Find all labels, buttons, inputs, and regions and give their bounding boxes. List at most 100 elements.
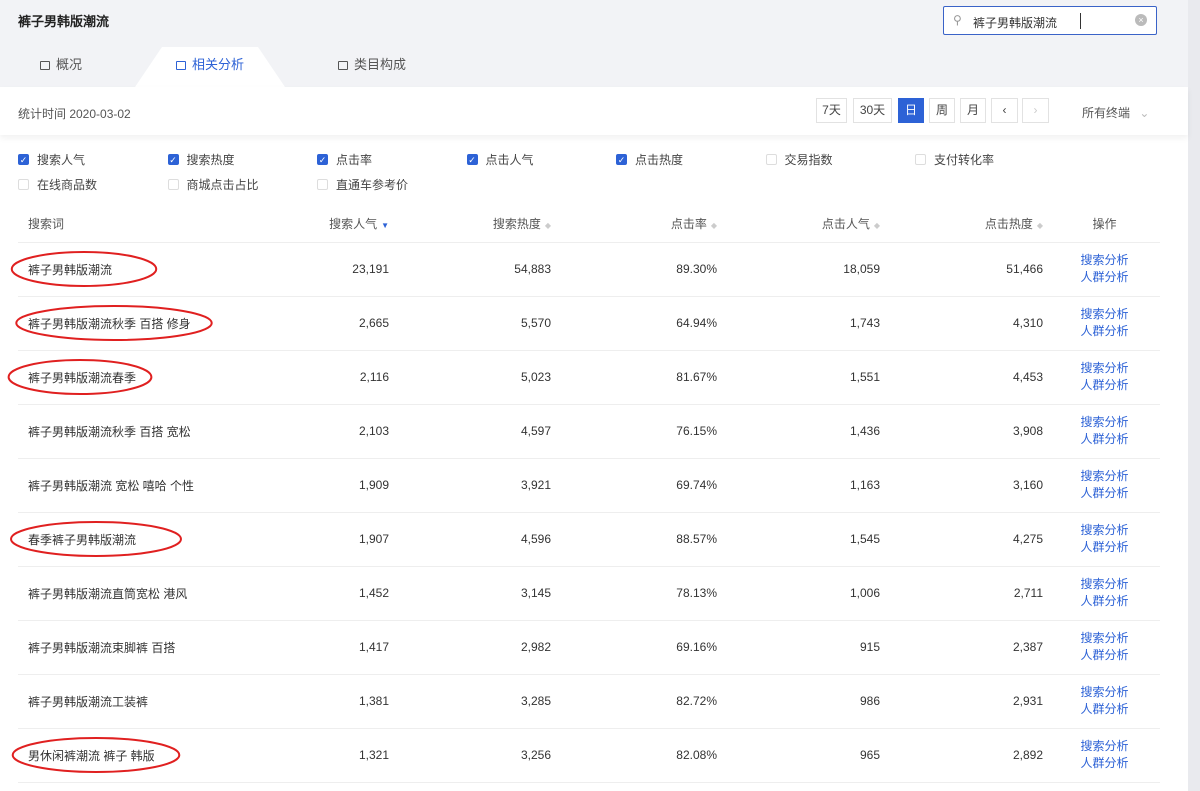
col-label: 搜索热度 — [493, 217, 541, 231]
metric-checkbox[interactable]: 在线商品数 — [18, 176, 97, 193]
search-analysis-link[interactable]: 搜索分析 — [1049, 522, 1160, 539]
cell-keyword: 裤子男韩版潮流 宽松 嘻哈 个性 — [18, 458, 268, 512]
tab-overview[interactable]: 概况 — [40, 54, 82, 73]
search-analysis-link[interactable]: 搜索分析 — [1049, 576, 1160, 593]
cell-keyword: 裤子男韩版潮流秋季 百搭 宽松 — [18, 404, 268, 458]
search-analysis-link[interactable]: 搜索分析 — [1049, 738, 1160, 755]
tab-label: 概况 — [56, 57, 82, 72]
checkbox-icon[interactable] — [18, 179, 29, 190]
metric-label: 在线商品数 — [37, 176, 97, 193]
metric-label: 点击人气 — [486, 151, 534, 168]
cell-click-popularity: 1,436 — [723, 404, 886, 458]
metric-checkbox[interactable]: ✓点击率 — [317, 151, 372, 168]
btn-prev[interactable]: ‹ — [991, 98, 1018, 123]
metric-checkbox[interactable]: ✓搜索人气 — [18, 151, 85, 168]
search-analysis-link[interactable]: 搜索分析 — [1049, 360, 1160, 377]
metric-checkbox[interactable]: 交易指数 — [766, 151, 833, 168]
checkbox-icon[interactable]: ✓ — [467, 154, 478, 165]
toolbar: 统计时间 2020-03-02 7天 30天 日 周 月 ‹ › 所有终端 ⌄ — [0, 87, 1188, 135]
sort-icon[interactable]: ◆ — [545, 221, 551, 230]
checkbox-icon[interactable] — [766, 154, 777, 165]
search-analysis-link[interactable]: 搜索分析 — [1049, 468, 1160, 485]
metric-label: 直通车参考价 — [336, 176, 408, 193]
checkbox-icon[interactable]: ✓ — [168, 154, 179, 165]
crowd-analysis-link[interactable]: 人群分析 — [1049, 755, 1160, 772]
col-label: 搜索人气 — [329, 217, 377, 231]
checkbox-icon[interactable] — [168, 179, 179, 190]
crowd-analysis-link[interactable]: 人群分析 — [1049, 647, 1160, 664]
crowd-analysis-link[interactable]: 人群分析 — [1049, 593, 1160, 610]
col-ctr[interactable]: 点击率◆ — [557, 205, 723, 242]
col-actions: 操作 — [1049, 205, 1160, 242]
tab-category[interactable]: 类目构成 — [338, 54, 406, 73]
metric-label: 商城点击占比 — [187, 176, 259, 193]
col-label: 点击热度 — [985, 217, 1033, 231]
search-analysis-link[interactable]: 搜索分析 — [1049, 306, 1160, 323]
col-click-popularity[interactable]: 点击人气◆ — [723, 205, 886, 242]
sort-icon[interactable]: ◆ — [1037, 221, 1043, 230]
cell-actions: 搜索分析人群分析 — [1049, 620, 1160, 674]
search-analysis-link[interactable]: 搜索分析 — [1049, 684, 1160, 701]
checkbox-icon[interactable] — [915, 154, 926, 165]
btn-week[interactable]: 周 — [929, 98, 955, 123]
col-search-popularity[interactable]: 搜索人气 ▼ — [268, 205, 395, 242]
search-icon: ⚲ — [953, 13, 962, 27]
metric-checkbox[interactable]: 直通车参考价 — [317, 176, 408, 193]
btn-next[interactable]: › — [1022, 98, 1049, 123]
scrollbar[interactable] — [1188, 0, 1200, 791]
checkbox-icon[interactable]: ✓ — [18, 154, 29, 165]
sort-desc-icon[interactable]: ▼ — [381, 221, 389, 230]
search-analysis-link[interactable]: 搜索分析 — [1049, 414, 1160, 431]
cell-actions: 搜索分析人群分析 — [1049, 566, 1160, 620]
cell-click-heat: 2,387 — [886, 620, 1049, 674]
crowd-analysis-link[interactable]: 人群分析 — [1049, 377, 1160, 394]
cell-search-heat: 5,023 — [395, 350, 557, 404]
cell-search-popularity: 23,191 — [268, 242, 395, 296]
cell-search-popularity: 1,452 — [268, 566, 395, 620]
crowd-analysis-link[interactable]: 人群分析 — [1049, 701, 1160, 718]
table-row: 裤子男韩版潮流秋季 百搭 宽松2,1034,59776.15%1,4363,90… — [18, 404, 1160, 458]
metric-checkbox[interactable]: ✓点击热度 — [616, 151, 683, 168]
metric-label: 支付转化率 — [934, 151, 994, 168]
cell-ctr: 82.08% — [557, 728, 723, 782]
search-analysis-link[interactable]: 搜索分析 — [1049, 630, 1160, 647]
table-row: 裤子男韩版潮流工装裤1,3813,28582.72%9862,931搜索分析人群… — [18, 674, 1160, 728]
cell-search-popularity: 1,381 — [268, 674, 395, 728]
metric-checkbox[interactable]: ✓搜索热度 — [168, 151, 235, 168]
crowd-analysis-link[interactable]: 人群分析 — [1049, 323, 1160, 340]
btn-7days[interactable]: 7天 — [816, 98, 847, 123]
cell-click-popularity: 1,545 — [723, 512, 886, 566]
btn-day[interactable]: 日 — [898, 98, 924, 123]
btn-30days[interactable]: 30天 — [853, 98, 892, 123]
crowd-analysis-link[interactable]: 人群分析 — [1049, 539, 1160, 556]
cell-search-popularity: 2,665 — [268, 296, 395, 350]
cell-click-heat: 51,466 — [886, 242, 1049, 296]
cell-search-heat: 3,256 — [395, 728, 557, 782]
col-click-heat[interactable]: 点击热度 ◆ — [886, 205, 1049, 242]
terminal-select[interactable]: 所有终端 ⌄ — [1082, 104, 1149, 121]
cell-search-popularity: 1,909 — [268, 458, 395, 512]
crowd-analysis-link[interactable]: 人群分析 — [1049, 485, 1160, 502]
metric-checkbox[interactable]: 支付转化率 — [915, 151, 994, 168]
tab-related-analysis[interactable]: 相关分析 — [176, 54, 244, 73]
metric-checkbox[interactable]: 商城点击占比 — [168, 176, 259, 193]
cell-click-popularity: 18,059 — [723, 242, 886, 296]
crowd-analysis-link[interactable]: 人群分析 — [1049, 431, 1160, 448]
cell-click-heat: 2,931 — [886, 674, 1049, 728]
metric-checkbox[interactable]: ✓ 点击人气 — [467, 151, 534, 168]
cell-keyword: 裤子男韩版潮流束脚裤 百搭 — [18, 620, 268, 674]
cell-keyword: 男休闲裤潮流 裤子 韩版 — [18, 728, 268, 782]
sort-icon[interactable]: ◆ — [711, 221, 717, 230]
checkbox-icon[interactable]: ✓ — [317, 154, 328, 165]
checkbox-icon[interactable]: ✓ — [616, 154, 627, 165]
crowd-analysis-link[interactable]: 人群分析 — [1049, 269, 1160, 286]
col-search-heat[interactable]: 搜索热度 ◆ — [395, 205, 557, 242]
checkbox-icon[interactable] — [317, 179, 328, 190]
search-analysis-link[interactable]: 搜索分析 — [1049, 252, 1160, 269]
sort-icon[interactable]: ◆ — [874, 221, 880, 230]
clear-icon[interactable]: × — [1135, 14, 1147, 26]
col-keyword: 搜索词 — [18, 205, 268, 242]
btn-month[interactable]: 月 — [960, 98, 986, 123]
search-input[interactable]: ⚲ 裤子男韩版潮流 × — [943, 6, 1157, 35]
cell-actions: 搜索分析人群分析 — [1049, 350, 1160, 404]
